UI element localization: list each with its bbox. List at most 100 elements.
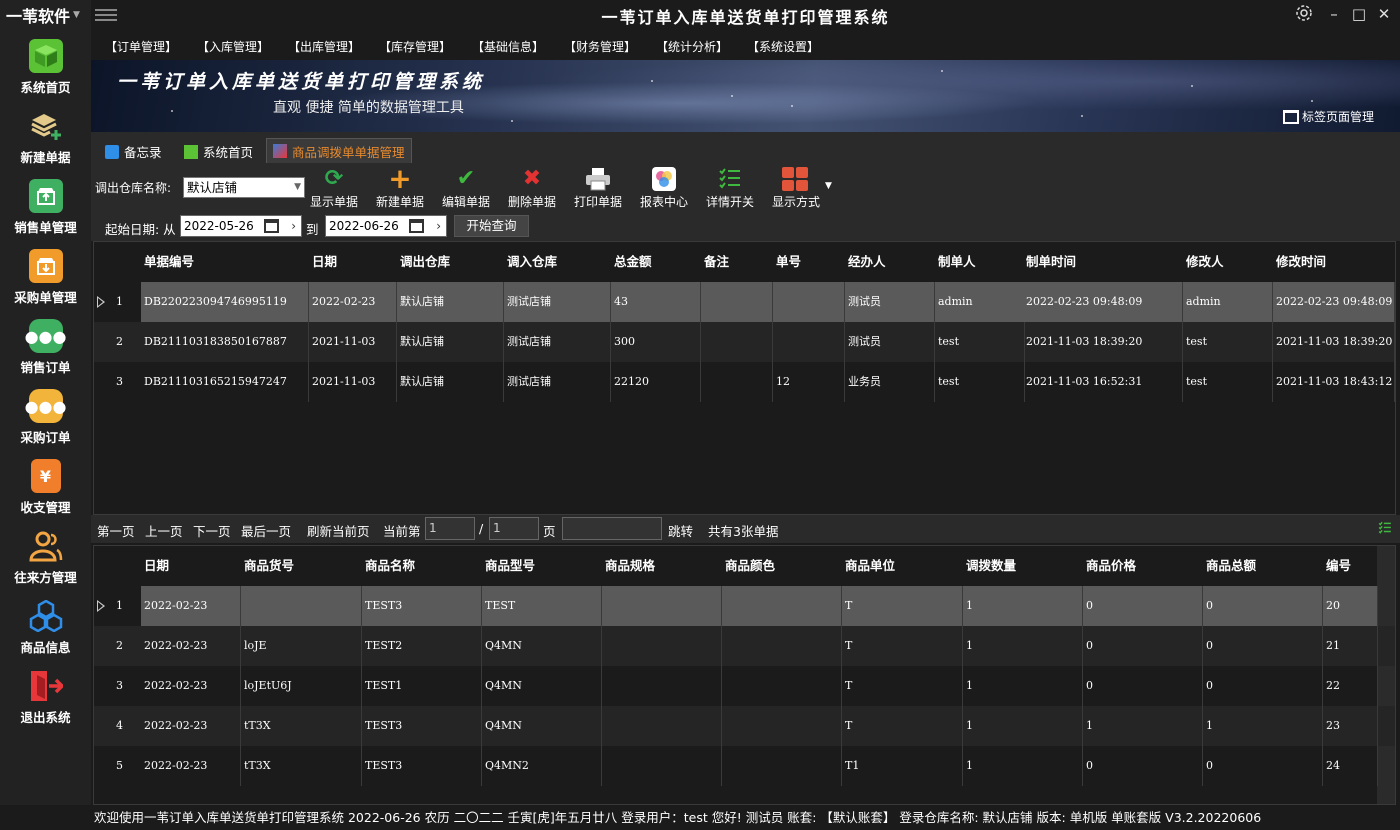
- sidebar-item-new-doc[interactable]: 新建单据: [0, 103, 91, 173]
- table-cell[interactable]: 1: [1083, 706, 1203, 746]
- table-cell[interactable]: [602, 626, 722, 666]
- column-header[interactable]: 商品规格: [602, 546, 722, 586]
- menu-outbound[interactable]: 【出库管理】: [288, 38, 360, 55]
- table-cell[interactable]: 0: [1203, 746, 1323, 786]
- column-header[interactable]: 商品名称: [362, 546, 482, 586]
- menu-settings[interactable]: 【系统设置】: [747, 38, 819, 55]
- column-header[interactable]: 商品总额: [1203, 546, 1323, 586]
- current-page-input[interactable]: 1: [425, 517, 475, 540]
- last-page-link[interactable]: 最后一页: [241, 521, 291, 540]
- column-header[interactable]: 商品型号: [482, 546, 602, 586]
- table-cell[interactable]: 2022-02-23: [141, 626, 241, 666]
- jump-page-input[interactable]: [562, 517, 662, 540]
- first-page-link[interactable]: 第一页: [97, 521, 135, 540]
- table-cell[interactable]: [773, 322, 845, 362]
- table-cell[interactable]: 1: [1203, 706, 1323, 746]
- table-row[interactable]: 5 2022-02-23 tT3X TEST3 Q4MN2 T1 1 0 0 24: [94, 746, 1395, 786]
- table-cell[interactable]: loJEtU6J: [241, 666, 362, 706]
- sidebar-item-sales-order[interactable]: ●●● 销售订单: [0, 313, 91, 383]
- table-cell[interactable]: [722, 706, 842, 746]
- table-cell[interactable]: TEST3: [362, 706, 482, 746]
- show-doc-button[interactable]: ⟳ 显示单据: [310, 165, 358, 209]
- menu-statistics[interactable]: 【统计分析】: [656, 38, 728, 55]
- table-cell[interactable]: admin: [935, 282, 1025, 322]
- table-cell[interactable]: [241, 586, 362, 626]
- table-cell[interactable]: 1: [963, 586, 1083, 626]
- display-mode-button[interactable]: 显示方式: [772, 165, 820, 209]
- tab-manager-button[interactable]: 标签页面管理: [1282, 108, 1374, 125]
- menu-basic-info[interactable]: 【基础信息】: [472, 38, 544, 55]
- table-cell[interactable]: [722, 746, 842, 786]
- table-cell[interactable]: TEST3: [362, 586, 482, 626]
- column-header[interactable]: 商品价格: [1083, 546, 1203, 586]
- table-cell[interactable]: 1: [963, 626, 1083, 666]
- prev-page-link[interactable]: 上一页: [145, 521, 183, 540]
- table-cell[interactable]: admin: [1183, 282, 1273, 322]
- table-cell[interactable]: 22: [1323, 666, 1378, 706]
- column-header[interactable]: 商品单位: [842, 546, 963, 586]
- table-cell[interactable]: [773, 282, 845, 322]
- sidebar-item-sales-doc[interactable]: 销售单管理: [0, 173, 91, 243]
- table-row[interactable]: 1 DB220223094746995119 2022-02-23 默认店铺 测试店铺 4…: [94, 282, 1395, 322]
- tab-memo[interactable]: 备忘录: [99, 140, 168, 163]
- table-cell[interactable]: 测试员: [845, 282, 935, 322]
- table-cell[interactable]: test: [935, 322, 1025, 362]
- table-cell[interactable]: 测试店铺: [504, 282, 611, 322]
- sidebar-item-exit[interactable]: 退出系统: [0, 663, 91, 733]
- table-cell[interactable]: 12: [773, 362, 845, 402]
- table-cell[interactable]: 2022-02-23 09:48:09: [1273, 282, 1395, 322]
- table-cell[interactable]: 测试店铺: [504, 362, 611, 402]
- column-header[interactable]: 总金额: [611, 242, 701, 282]
- table-cell[interactable]: 0: [1083, 586, 1203, 626]
- table-cell[interactable]: T: [842, 706, 963, 746]
- column-header[interactable]: 调出仓库: [397, 242, 504, 282]
- table-cell[interactable]: 2022-02-23 09:48:09: [1023, 282, 1183, 322]
- table-cell[interactable]: DB211103165215947247: [141, 362, 309, 402]
- table-row[interactable]: 1 2022-02-23 TEST3 TEST T 1 0 0 20: [94, 586, 1395, 626]
- chevron-down-icon[interactable]: ▼: [825, 181, 832, 191]
- table-cell[interactable]: 0: [1083, 666, 1203, 706]
- report-center-button[interactable]: 报表中心: [640, 165, 688, 209]
- sidebar-item-products[interactable]: 商品信息: [0, 593, 91, 663]
- table-cell[interactable]: [602, 586, 722, 626]
- table-cell[interactable]: 2021-11-03 18:39:20: [1273, 322, 1395, 362]
- start-query-button[interactable]: 开始查询: [454, 215, 529, 237]
- table-cell[interactable]: [701, 282, 773, 322]
- table-cell[interactable]: T: [842, 586, 963, 626]
- column-header[interactable]: 单号: [773, 242, 845, 282]
- column-header[interactable]: 单据编号: [141, 242, 309, 282]
- table-cell[interactable]: T1: [842, 746, 963, 786]
- to-date-picker[interactable]: 2022-06-26 ›: [325, 215, 447, 237]
- table-cell[interactable]: 24: [1323, 746, 1378, 786]
- table-cell[interactable]: Q4MN: [482, 706, 602, 746]
- table-cell[interactable]: [722, 586, 842, 626]
- table-cell[interactable]: 默认店铺: [397, 322, 504, 362]
- table-cell[interactable]: TEST: [482, 586, 602, 626]
- table-cell[interactable]: 23: [1323, 706, 1378, 746]
- table-cell[interactable]: 2022-02-23: [141, 666, 241, 706]
- table-cell[interactable]: 2022-02-23: [141, 586, 241, 626]
- table-cell[interactable]: 0: [1203, 626, 1323, 666]
- table-cell[interactable]: 2021-11-03 18:43:12: [1273, 362, 1395, 402]
- list-check-icon[interactable]: [1378, 521, 1392, 538]
- table-cell[interactable]: T: [842, 626, 963, 666]
- column-header[interactable]: 修改人: [1183, 242, 1273, 282]
- delete-doc-button[interactable]: ✖ 删除单据: [508, 165, 556, 209]
- table-cell[interactable]: 2021-11-03: [309, 322, 397, 362]
- table-cell[interactable]: 21: [1323, 626, 1378, 666]
- sidebar-item-home[interactable]: 系统首页: [0, 33, 91, 103]
- table-cell[interactable]: 1: [963, 666, 1083, 706]
- menu-inbound[interactable]: 【入库管理】: [197, 38, 269, 55]
- table-cell[interactable]: 43: [611, 282, 701, 322]
- table-cell[interactable]: 业务员: [845, 362, 935, 402]
- table-row[interactable]: 3 2022-02-23 loJEtU6J TEST1 Q4MN T 1 0 0 22: [94, 666, 1395, 706]
- table-cell[interactable]: 测试员: [845, 322, 935, 362]
- tab-transfer-doc[interactable]: 商品调拨单单据管理: [266, 138, 412, 163]
- table-cell[interactable]: [722, 626, 842, 666]
- sidebar-item-purchase-order[interactable]: ●●● 采购订单: [0, 383, 91, 453]
- column-header[interactable]: 商品颜色: [722, 546, 842, 586]
- column-header[interactable]: 日期: [141, 546, 241, 586]
- table-cell[interactable]: T: [842, 666, 963, 706]
- table-cell[interactable]: 2021-11-03 16:52:31: [1023, 362, 1183, 402]
- table-cell[interactable]: TEST2: [362, 626, 482, 666]
